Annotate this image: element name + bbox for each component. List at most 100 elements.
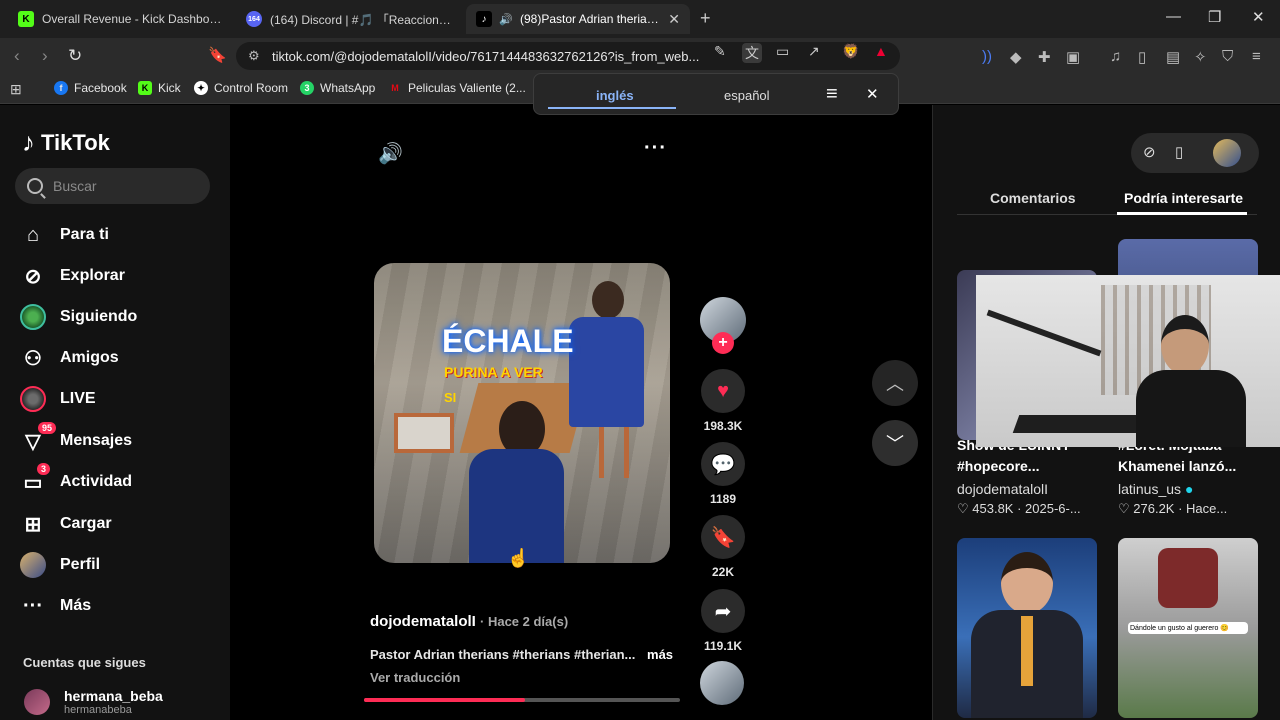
- forward-icon[interactable]: ›: [42, 46, 48, 66]
- share-arrow-icon[interactable]: ➦: [701, 589, 745, 633]
- extensions-icon[interactable]: ✚: [1038, 48, 1051, 66]
- tiktok-logo[interactable]: ♪ TikTok: [22, 127, 110, 158]
- video-chair: [394, 413, 454, 453]
- reader-icon[interactable]: ▣: [1066, 48, 1080, 66]
- translate-popup: inglés español ≡ ✕: [533, 73, 899, 115]
- site-info-icon[interactable]: ⚙: [248, 48, 260, 64]
- bookmark-icon[interactable]: 🔖: [701, 515, 745, 559]
- share-icon[interactable]: ↗: [808, 43, 820, 60]
- sidebar-toggle-icon[interactable]: ▯: [1138, 48, 1146, 66]
- translate-menu-icon[interactable]: ≡: [826, 83, 838, 106]
- vpn-icon[interactable]: ⛉: [1222, 48, 1233, 65]
- thumb-person-head: [1001, 552, 1053, 614]
- user-avatar[interactable]: [1213, 139, 1241, 167]
- reload-icon[interactable]: ↻: [68, 46, 82, 66]
- close-tab-icon[interactable]: ✕: [668, 11, 680, 28]
- thumb-tie: [1021, 616, 1033, 686]
- bookmark-label: WhatsApp: [320, 81, 376, 95]
- wallet-icon[interactable]: ▤: [1166, 48, 1180, 66]
- heart-icon[interactable]: ♥: [701, 369, 745, 413]
- more-link[interactable]: más: [647, 647, 673, 662]
- volume-icon[interactable]: 🔊: [378, 141, 403, 166]
- new-tab-button[interactable]: +: [700, 8, 711, 29]
- translate-to-tab[interactable]: español: [724, 88, 770, 103]
- bookmark-whatsapp[interactable]: 3 WhatsApp: [300, 81, 375, 95]
- menu-icon[interactable]: ≡: [1252, 48, 1261, 65]
- translate-close-icon[interactable]: ✕: [866, 85, 879, 103]
- nav-siguiendo[interactable]: Siguiendo: [20, 304, 137, 330]
- like-action[interactable]: ♥ 198.3K: [700, 369, 746, 433]
- cast-icon[interactable]: ▭: [776, 43, 789, 60]
- bookmark-page-icon[interactable]: 🔖: [208, 46, 227, 64]
- comment-icon[interactable]: 💬: [701, 442, 745, 486]
- wallet-sound-icon[interactable]: )): [982, 48, 992, 65]
- nav-actividad[interactable]: ▭ 3 Actividad: [20, 463, 132, 495]
- search-input[interactable]: Buscar: [15, 168, 210, 204]
- address-bar[interactable]: ⚙ tiktok.com/@dojodematalolI/video/76171…: [236, 42, 900, 70]
- home-icon: ⌂: [26, 223, 40, 246]
- bookmark-peliculas[interactable]: M Peliculas Valiente (2...: [388, 81, 526, 95]
- author-username[interactable]: dojodematalolI: [370, 613, 476, 630]
- tab-comentarios[interactable]: Comentarios: [990, 190, 1076, 206]
- recommended-thumb[interactable]: Dándole un gusto al guerero 😊: [1118, 538, 1258, 718]
- video-author[interactable]: dojodematalolI · Hace 2 día(s): [370, 613, 568, 630]
- save-action[interactable]: 🔖 22K: [700, 515, 746, 579]
- nav-para-ti[interactable]: ⌂ Para ti: [20, 222, 109, 248]
- share-action[interactable]: ➦ 119.1K: [700, 589, 746, 653]
- bookmark-control-room[interactable]: ✦ Control Room: [194, 81, 288, 95]
- nav-cargar[interactable]: ⊞ Cargar: [20, 511, 112, 537]
- see-translation-link[interactable]: Ver traducción: [370, 670, 460, 685]
- music-disc-avatar[interactable]: [700, 661, 744, 705]
- recommended-thumb[interactable]: [957, 538, 1097, 718]
- hand-cursor-icon: ☝: [507, 548, 530, 568]
- video-progress-bar[interactable]: [364, 698, 680, 702]
- nav-mensajes[interactable]: ▽ 95 Mensajes: [20, 422, 132, 454]
- close-window-button[interactable]: ✕: [1252, 8, 1265, 26]
- nav-perfil[interactable]: Perfil: [20, 552, 100, 578]
- no-translate-icon[interactable]: ✎: [714, 43, 726, 60]
- translate-from-tab[interactable]: inglés: [596, 88, 634, 103]
- nav-live[interactable]: LIVE: [20, 386, 96, 412]
- facebook-icon: f: [54, 81, 68, 95]
- comment-action[interactable]: 💬 1189: [700, 442, 746, 506]
- tab-discord[interactable]: 164 (164) Discord | #🎵 「Reacciones」 | E: [236, 4, 462, 34]
- nav-mas[interactable]: ··· Más: [20, 593, 91, 619]
- tab-tiktok[interactable]: ♪ 🔊 (98)Pastor Adrian therians #th ✕: [466, 4, 690, 34]
- video-player[interactable]: ÉCHALE PURINA A VER SI: [374, 263, 670, 563]
- minimize-button[interactable]: —: [1166, 8, 1181, 25]
- previous-video-button[interactable]: ︿: [872, 360, 918, 406]
- back-icon[interactable]: ‹: [14, 46, 20, 66]
- maximize-button[interactable]: ❐: [1208, 8, 1221, 26]
- logo-text: TikTok: [41, 129, 110, 155]
- tiktok-icon: ♪: [476, 11, 492, 27]
- translate-active-underline: [548, 107, 676, 109]
- recommended-stats: ♡ 453.8K · 2025-6-...: [957, 501, 1081, 516]
- brave-shields-icon[interactable]: 🦁: [842, 43, 859, 60]
- recommended-user[interactable]: latinus_us ●: [1118, 481, 1193, 497]
- live-icon: [20, 386, 46, 412]
- leo-ai-icon[interactable]: ✧: [1194, 48, 1207, 66]
- next-video-button[interactable]: ﹀: [872, 420, 918, 466]
- bookmark-kick[interactable]: K Kick: [138, 81, 181, 95]
- extension-diamond-icon[interactable]: ◆: [1010, 48, 1022, 66]
- nav-explorar[interactable]: ⊘ Explorar: [20, 263, 125, 289]
- follow-plus-icon[interactable]: +: [712, 332, 734, 354]
- device-icon[interactable]: ▯: [1175, 143, 1183, 161]
- tab-podria-interesarte[interactable]: Podría interesarte: [1124, 190, 1243, 206]
- following-account[interactable]: hermana_beba hermanabeba: [24, 688, 163, 716]
- bookmark-label: Kick: [158, 81, 181, 95]
- account-name: hermana_beba: [64, 688, 163, 704]
- control-room-icon: ✦: [194, 81, 208, 95]
- more-options-icon[interactable]: ···: [644, 137, 667, 160]
- translate-icon[interactable]: 文: [742, 43, 762, 63]
- coin-icon[interactable]: ⊘: [1143, 143, 1156, 161]
- media-icon[interactable]: ♫: [1110, 48, 1121, 65]
- recommended-user[interactable]: dojodematalolI: [957, 481, 1048, 497]
- search-placeholder: Buscar: [53, 178, 97, 194]
- messages-badge: 95: [37, 422, 56, 434]
- apps-grid-icon[interactable]: ⊞: [10, 81, 22, 98]
- brave-rewards-icon[interactable]: ▲: [874, 43, 888, 59]
- bookmark-facebook[interactable]: f Facebook: [54, 81, 127, 95]
- tab-kick-dashboard[interactable]: K Overall Revenue - Kick Dashboard: [8, 4, 234, 34]
- nav-amigos[interactable]: ⚇ Amigos: [20, 345, 119, 371]
